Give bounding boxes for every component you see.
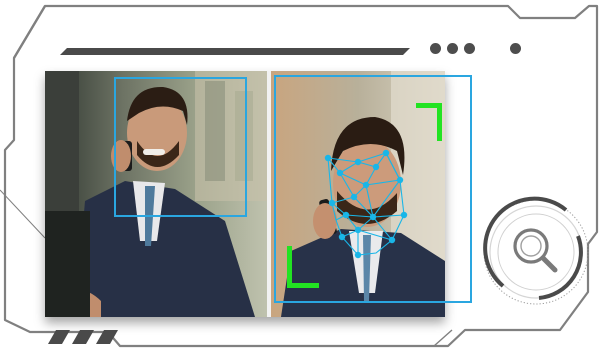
header-bar bbox=[60, 48, 410, 55]
focus-corner bbox=[287, 246, 319, 288]
indicator-dot bbox=[510, 43, 521, 54]
indicator-dot bbox=[447, 43, 458, 54]
scanner-dial[interactable] bbox=[479, 196, 593, 308]
indicator-dot bbox=[464, 43, 475, 54]
stripes-icon bbox=[48, 330, 118, 344]
focus-corner bbox=[416, 103, 442, 141]
indicator-dot bbox=[430, 43, 441, 54]
face-detection-box bbox=[114, 77, 247, 217]
face-landmark-mesh bbox=[324, 149, 408, 259]
